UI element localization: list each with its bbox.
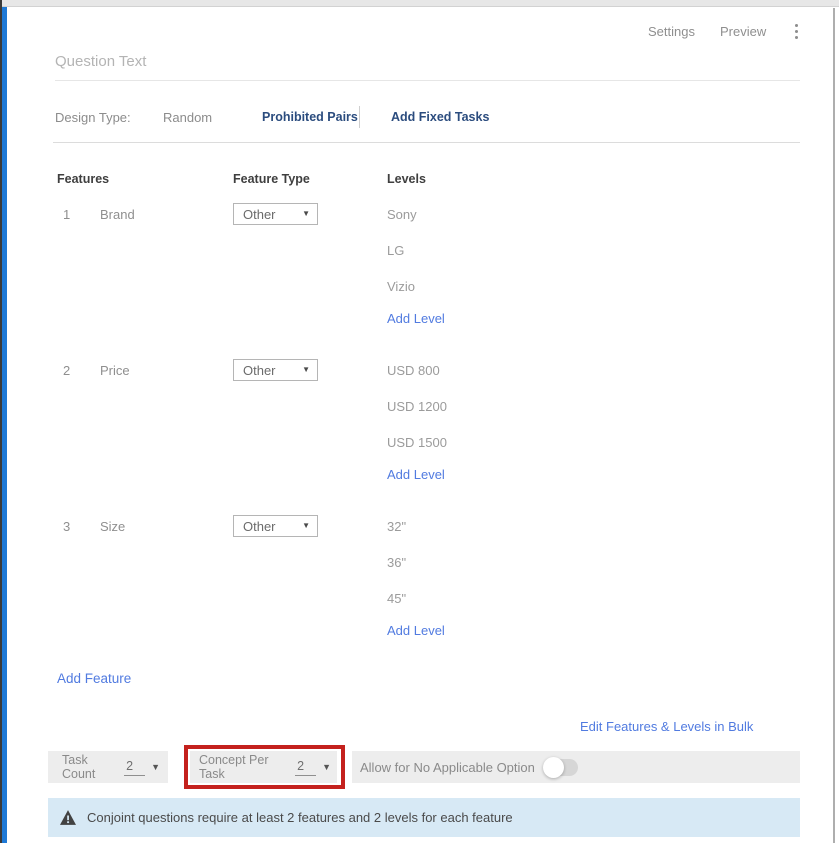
level-value-field[interactable]: LG: [387, 243, 404, 258]
question-text-input[interactable]: Question Text: [55, 53, 146, 70]
chevron-down-icon: ▼: [302, 210, 310, 218]
prohibited-pairs-link[interactable]: Prohibited Pairs: [262, 110, 358, 124]
level-value-field[interactable]: USD 1200: [387, 399, 447, 414]
feature-type-select[interactable]: Other ▼: [233, 359, 318, 381]
task-count-label: Task Count: [62, 753, 121, 781]
level-value-field[interactable]: 45": [387, 591, 406, 606]
concept-per-task-label: Concept Per Task: [199, 753, 292, 781]
kebab-menu-icon[interactable]: [791, 22, 802, 41]
level-value-field[interactable]: 32": [387, 519, 406, 534]
chevron-down-icon: ▼: [302, 366, 310, 374]
feature-type-value: Other: [243, 207, 302, 222]
header-actions: Settings Preview: [648, 22, 802, 41]
no-applicable-toggle[interactable]: [544, 759, 578, 776]
settings-button[interactable]: Settings: [648, 24, 695, 39]
feature-name-field[interactable]: Brand: [100, 207, 135, 222]
concept-per-task-value: 2: [295, 759, 316, 776]
section-divider: [53, 142, 800, 143]
level-value-field[interactable]: USD 1500: [387, 435, 447, 450]
concept-per-task-dropdown[interactable]: Concept Per Task 2 ▼: [190, 751, 337, 783]
question-text-underline: [55, 80, 800, 81]
caret-down-icon: ▼: [322, 763, 331, 772]
add-level-link[interactable]: Add Level: [387, 311, 445, 326]
conjoint-question-editor: Settings Preview Question Text Design Ty…: [0, 0, 839, 843]
feature-index: 1: [63, 207, 70, 222]
feature-type-select[interactable]: Other ▼: [233, 203, 318, 225]
column-header-features: Features: [57, 172, 109, 186]
chevron-down-icon: ▼: [302, 522, 310, 530]
feature-type-select[interactable]: Other ▼: [233, 515, 318, 537]
feature-type-value: Other: [243, 519, 302, 534]
warning-icon: [60, 810, 76, 825]
add-feature-link[interactable]: Add Feature: [57, 671, 131, 686]
feature-type-value: Other: [243, 363, 302, 378]
column-header-levels: Levels: [387, 172, 426, 186]
level-value-field[interactable]: Sony: [387, 207, 417, 222]
no-applicable-label: Allow for No Applicable Option: [360, 760, 535, 775]
design-row-divider: [359, 106, 360, 128]
card-right-border: [833, 8, 835, 843]
toggle-knob: [543, 757, 564, 778]
selected-question-accent-bar: [2, 7, 7, 843]
no-applicable-option-row: Allow for No Applicable Option: [352, 751, 800, 783]
caret-down-icon: ▼: [151, 763, 160, 772]
design-type-label: Design Type:: [55, 110, 131, 125]
feature-index: 3: [63, 519, 70, 534]
task-count-dropdown[interactable]: Task Count 2 ▼: [48, 751, 168, 783]
level-value-field[interactable]: Vizio: [387, 279, 415, 294]
alert-bar: Conjoint questions require at least 2 fe…: [48, 798, 800, 837]
column-header-feature-type: Feature Type: [233, 172, 310, 186]
feature-name-field[interactable]: Size: [100, 519, 125, 534]
feature-index: 2: [63, 363, 70, 378]
task-count-value: 2: [124, 759, 145, 776]
level-value-field[interactable]: 36": [387, 555, 406, 570]
feature-name-field[interactable]: Price: [100, 363, 130, 378]
design-type-value[interactable]: Random: [163, 110, 212, 125]
level-value-field[interactable]: USD 800: [387, 363, 440, 378]
edit-bulk-link[interactable]: Edit Features & Levels in Bulk: [580, 719, 753, 734]
alert-text: Conjoint questions require at least 2 fe…: [87, 810, 513, 825]
add-fixed-tasks-link[interactable]: Add Fixed Tasks: [391, 110, 489, 124]
add-level-link[interactable]: Add Level: [387, 467, 445, 482]
add-level-link[interactable]: Add Level: [387, 623, 445, 638]
preview-button[interactable]: Preview: [720, 24, 766, 39]
top-strip: [0, 0, 839, 7]
